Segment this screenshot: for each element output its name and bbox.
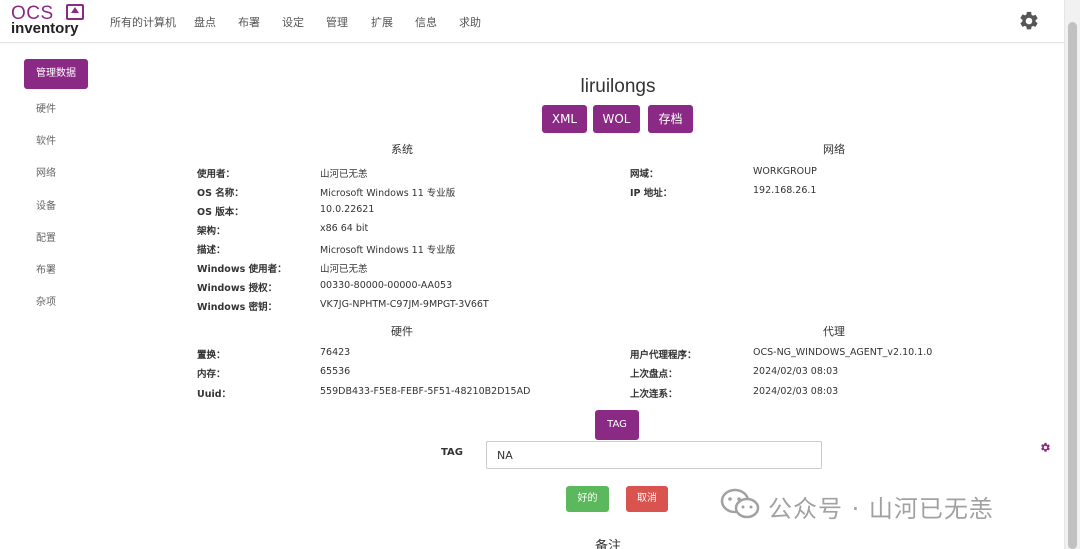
sidebar-item-deploy[interactable]: 布署 bbox=[36, 261, 56, 276]
system-value: 山河已无恙 bbox=[320, 264, 368, 275]
sidebar-item-hardware[interactable]: 硬件 bbox=[36, 100, 56, 115]
agent-label: 上次连系： bbox=[630, 389, 678, 400]
section-title-hardware: 硬件 bbox=[391, 325, 413, 338]
system-value: x86 64 bit bbox=[320, 223, 369, 234]
system-label: OS 名称： bbox=[197, 188, 244, 199]
sidebar-item-devices[interactable]: 设备 bbox=[36, 197, 56, 212]
hardware-value: 76423 bbox=[320, 347, 351, 358]
watermark-text: 公众号 · 山河已无恙 bbox=[768, 495, 994, 523]
logo-text-bottom: inventory bbox=[11, 20, 79, 37]
wechat-icon bbox=[720, 488, 760, 519]
nav-configuration[interactable]: 设定 bbox=[282, 14, 304, 30]
cancel-button[interactable]: 取消 bbox=[626, 486, 668, 512]
nav-inventory[interactable]: 盘点 bbox=[194, 14, 216, 30]
ok-button[interactable]: 好的 bbox=[566, 486, 609, 512]
tag-input[interactable] bbox=[486, 441, 822, 469]
top-navbar: OCS inventory 所有的计算机 盘点 布署 设定 管理 扩展 信息 求… bbox=[0, 0, 1064, 43]
section-title-system: 系统 bbox=[391, 143, 413, 156]
sidebar-item-network[interactable]: 网络 bbox=[36, 164, 56, 179]
archive-button[interactable]: 存档 bbox=[648, 105, 693, 133]
nav-all-computers[interactable]: 所有的计算机 bbox=[110, 14, 176, 30]
nav-manage[interactable]: 管理 bbox=[326, 14, 348, 30]
system-value: 00330-80000-00000-AA053 bbox=[320, 280, 453, 291]
agent-label: 上次盘点： bbox=[630, 369, 678, 380]
network-label: IP 地址： bbox=[630, 188, 673, 199]
ocs-inventory-logo[interactable]: OCS inventory bbox=[11, 4, 87, 38]
hardware-label: 置换： bbox=[197, 350, 226, 361]
tag-button[interactable]: TAG bbox=[595, 410, 639, 440]
nav-help[interactable]: 求助 bbox=[459, 14, 481, 30]
agent-value: OCS-NG_WINDOWS_AGENT_v2.10.1.0 bbox=[753, 347, 933, 358]
system-label: 架构： bbox=[197, 226, 226, 237]
sidebar-item-config[interactable]: 配置 bbox=[36, 229, 56, 244]
system-value: VK7JG-NPHTM-C97JM-9MPGT-3V66T bbox=[320, 299, 489, 310]
nav-information[interactable]: 信息 bbox=[415, 14, 437, 30]
section-title-network: 网络 bbox=[823, 143, 845, 156]
system-value: Microsoft Windows 11 专业版 bbox=[320, 188, 456, 199]
system-label: OS 版本： bbox=[197, 207, 244, 218]
hardware-label: Uuid： bbox=[197, 389, 232, 400]
system-label: Windows 使用者： bbox=[197, 264, 287, 275]
scrollbar-thumb[interactable] bbox=[1068, 22, 1077, 549]
agent-value: 2024/02/03 08:03 bbox=[753, 386, 839, 397]
network-value: WORKGROUP bbox=[753, 166, 817, 177]
system-value: Microsoft Windows 11 专业版 bbox=[320, 245, 456, 256]
wol-button[interactable]: WOL bbox=[593, 105, 640, 133]
gear-icon[interactable] bbox=[1018, 10, 1040, 32]
sidebar-item-software[interactable]: 软件 bbox=[36, 132, 56, 147]
system-label: Windows 密钥： bbox=[197, 302, 278, 313]
gear-icon[interactable] bbox=[1040, 442, 1051, 453]
notes-section-title: 备注 bbox=[595, 539, 622, 549]
system-value: 10.0.22621 bbox=[320, 204, 375, 215]
system-label: 使用者： bbox=[197, 169, 236, 180]
network-label: 网域： bbox=[630, 169, 659, 180]
tag-field-label: TAG bbox=[441, 447, 463, 458]
nav-deploy[interactable]: 布署 bbox=[238, 14, 260, 30]
network-value: 192.168.26.1 bbox=[753, 185, 817, 196]
sidebar-item-admin-data[interactable]: 管理数据 bbox=[24, 59, 88, 89]
logo-upload-icon bbox=[66, 4, 84, 20]
nav-extensions[interactable]: 扩展 bbox=[371, 14, 393, 30]
system-label: 描述： bbox=[197, 245, 226, 256]
xml-button[interactable]: XML bbox=[542, 105, 587, 133]
system-value: 山河已无恙 bbox=[320, 169, 368, 180]
hardware-label: 内存： bbox=[197, 369, 226, 380]
system-label: Windows 授权： bbox=[197, 283, 278, 294]
agent-label: 用户代理程序： bbox=[630, 350, 697, 361]
computer-name-title: liruilongs bbox=[580, 76, 656, 97]
agent-value: 2024/02/03 08:03 bbox=[753, 366, 839, 377]
section-title-agent: 代理 bbox=[823, 325, 845, 338]
hardware-value: 559DB433-F5E8-FEBF-5F51-48210B2D15AD bbox=[320, 386, 531, 397]
hardware-value: 65536 bbox=[320, 366, 351, 377]
sidebar-item-misc[interactable]: 杂项 bbox=[36, 293, 56, 308]
